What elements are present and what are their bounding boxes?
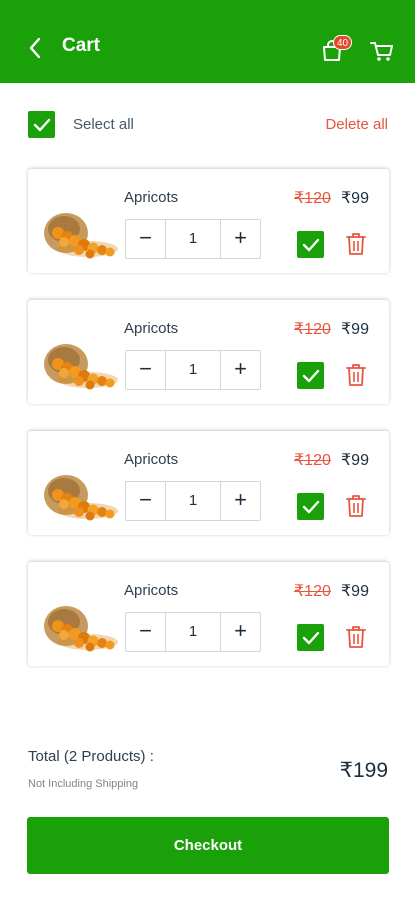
product-name[interactable]: Apricots [124, 189, 178, 206]
total-label: Total (2 Products) : [28, 748, 154, 765]
checkout-button[interactable]: Checkout [27, 817, 389, 874]
sale-price: ₹99 [341, 583, 369, 600]
chevron-left-icon [29, 37, 41, 59]
delete-item-button[interactable] [345, 231, 367, 257]
item-checkbox[interactable] [297, 624, 324, 651]
cart-item-card: Apricots − 1 + ₹120 ₹99 [28, 562, 389, 666]
card-fade [28, 656, 389, 666]
select-all-label: Select all [73, 116, 134, 133]
cart-item-card: Apricots − 1 + ₹120 ₹99 [28, 300, 389, 404]
card-fade [28, 263, 389, 273]
decrease-quantity-button[interactable]: − [126, 220, 166, 258]
product-image [44, 606, 118, 652]
delete-all-button[interactable]: Delete all [325, 116, 388, 133]
original-price: ₹120 [294, 452, 331, 469]
delete-item-button[interactable] [345, 493, 367, 519]
check-icon [302, 369, 320, 383]
cart-icon [370, 42, 393, 61]
product-name[interactable]: Apricots [124, 320, 178, 337]
product-image [44, 475, 118, 521]
card-fade [28, 525, 389, 535]
page-title: Cart [62, 35, 101, 56]
decrease-quantity-button[interactable]: − [126, 351, 166, 389]
original-price: ₹120 [294, 583, 331, 600]
cart-button[interactable] [369, 38, 395, 64]
check-icon [302, 631, 320, 645]
quantity-value[interactable]: 1 [166, 351, 220, 389]
decrease-quantity-button[interactable]: − [126, 613, 166, 651]
quantity-stepper: − 1 + [125, 481, 261, 521]
decrease-quantity-button[interactable]: − [126, 482, 166, 520]
trash-icon [346, 364, 366, 386]
shipping-note: Not Including Shipping [28, 778, 139, 790]
sale-price: ₹99 [341, 452, 369, 469]
check-icon [302, 500, 320, 514]
trash-icon [346, 233, 366, 255]
increase-quantity-button[interactable]: + [220, 482, 260, 520]
trash-icon [346, 495, 366, 517]
increase-quantity-button[interactable]: + [220, 220, 260, 258]
item-checkbox[interactable] [297, 231, 324, 258]
product-name[interactable]: Apricots [124, 582, 178, 599]
increase-quantity-button[interactable]: + [220, 351, 260, 389]
item-checkbox[interactable] [297, 493, 324, 520]
check-icon [33, 118, 51, 132]
item-checkbox[interactable] [297, 362, 324, 389]
sale-price: ₹99 [341, 321, 369, 338]
quantity-stepper: − 1 + [125, 350, 261, 390]
cart-item-card: Apricots − 1 + ₹120 ₹99 [28, 431, 389, 535]
bag-count-badge: 40 [333, 35, 353, 50]
select-all-checkbox[interactable] [28, 111, 55, 138]
trash-icon [346, 626, 366, 648]
product-image [44, 344, 118, 390]
quantity-stepper: − 1 + [125, 219, 261, 259]
product-name[interactable]: Apricots [124, 451, 178, 468]
back-button[interactable] [24, 34, 48, 62]
delete-item-button[interactable] [345, 362, 367, 388]
quantity-value[interactable]: 1 [166, 482, 220, 520]
cart-item-card: Apricots − 1 + ₹120 ₹99 [28, 169, 389, 273]
original-price: ₹120 [294, 321, 331, 338]
quantity-value[interactable]: 1 [166, 613, 220, 651]
delete-item-button[interactable] [345, 624, 367, 650]
check-icon [302, 238, 320, 252]
product-image [44, 213, 118, 259]
quantity-value[interactable]: 1 [166, 220, 220, 258]
increase-quantity-button[interactable]: + [220, 613, 260, 651]
quantity-stepper: − 1 + [125, 612, 261, 652]
total-amount: ₹199 [339, 759, 388, 782]
sale-price: ₹99 [341, 190, 369, 207]
app-header: Cart 40 [0, 0, 415, 83]
select-all-row: Select all Delete all [0, 108, 415, 140]
card-fade [28, 394, 389, 404]
original-price: ₹120 [294, 190, 331, 207]
